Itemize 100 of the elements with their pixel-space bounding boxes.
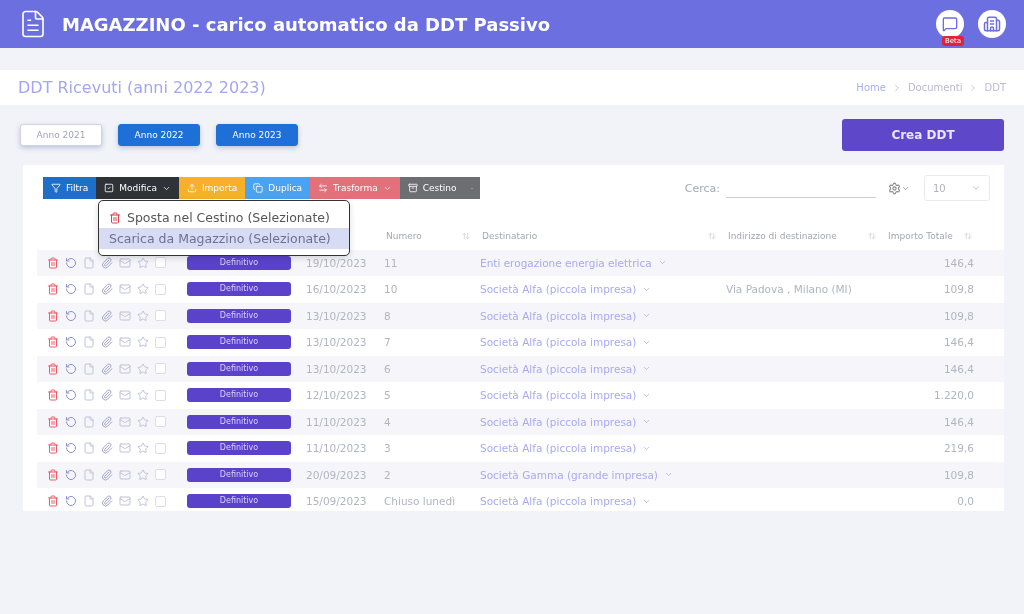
row-checkbox[interactable] (155, 469, 166, 481)
file-icon[interactable] (83, 442, 95, 455)
file-icon[interactable] (83, 309, 95, 322)
file-icon[interactable] (83, 256, 95, 269)
recipient-link[interactable]: Società Alfa (piccola impresa) (476, 336, 722, 349)
dropdown-button[interactable] (464, 177, 481, 199)
paperclip-icon[interactable] (101, 256, 113, 269)
undo-icon[interactable] (65, 283, 77, 296)
trash-icon[interactable] (47, 442, 59, 455)
breadcrumb-link[interactable]: DDT (984, 82, 1006, 93)
file-icon[interactable] (83, 336, 95, 349)
undo-icon[interactable] (65, 495, 77, 508)
recipient-link[interactable]: Società Alfa (piccola impresa) (476, 283, 722, 296)
paperclip-icon[interactable] (101, 442, 113, 455)
menu-item[interactable]: Sposta nel Cestino (Selezionate) (99, 207, 349, 228)
row-checkbox[interactable] (155, 416, 166, 428)
file-icon[interactable] (83, 415, 95, 428)
mail-icon[interactable] (119, 389, 131, 402)
mail-icon[interactable] (119, 442, 131, 455)
row-checkbox[interactable] (155, 257, 166, 269)
row-checkbox[interactable] (155, 495, 166, 507)
file-icon[interactable] (83, 389, 95, 402)
paperclip-icon[interactable] (101, 415, 113, 428)
star-icon[interactable] (137, 256, 149, 269)
year-filter-button[interactable]: Anno 2023 (216, 124, 298, 146)
paperclip-icon[interactable] (101, 495, 113, 508)
paperclip-icon[interactable] (101, 283, 113, 296)
star-icon[interactable] (137, 336, 149, 349)
recipient-link[interactable]: Società Alfa (piccola impresa) (476, 415, 722, 428)
trash-icon[interactable] (47, 256, 59, 269)
paperclip-icon[interactable] (101, 309, 113, 322)
toolbar-button[interactable]: Trasforma (310, 177, 400, 199)
recipient-link[interactable]: Società Alfa (piccola impresa) (476, 495, 722, 508)
undo-icon[interactable] (65, 362, 77, 375)
undo-icon[interactable] (65, 336, 77, 349)
column-header[interactable]: Indirizzo di destinazione (722, 231, 882, 242)
toolbar-button[interactable]: Modifica (96, 177, 179, 199)
breadcrumb-link[interactable]: Documenti (907, 82, 963, 93)
file-icon[interactable] (83, 283, 95, 296)
toolbar-button[interactable]: Duplica (245, 177, 311, 199)
year-filter-button[interactable]: Anno 2021 (20, 124, 102, 146)
star-icon[interactable] (137, 442, 149, 455)
page-size-select[interactable]: 10 (924, 175, 990, 201)
paperclip-icon[interactable] (101, 468, 113, 481)
star-icon[interactable] (137, 362, 149, 375)
column-header[interactable]: Destinatario (476, 231, 722, 242)
column-header[interactable]: Numero (380, 231, 476, 242)
toolbar-button[interactable]: Cestino (399, 177, 465, 199)
star-icon[interactable] (137, 283, 149, 296)
star-icon[interactable] (137, 495, 149, 508)
undo-icon[interactable] (65, 415, 77, 428)
file-icon[interactable] (83, 362, 95, 375)
mail-icon[interactable] (119, 495, 131, 508)
paperclip-icon[interactable] (101, 362, 113, 375)
row-checkbox[interactable] (155, 310, 166, 322)
mail-icon[interactable] (119, 415, 131, 428)
building-button[interactable] (978, 10, 1006, 38)
file-icon[interactable] (83, 468, 95, 481)
row-checkbox[interactable] (155, 442, 166, 454)
mail-icon[interactable] (119, 362, 131, 375)
mail-icon[interactable] (119, 309, 131, 322)
recipient-link[interactable]: Enti erogazione energia elettrica (476, 256, 722, 269)
toolbar-button[interactable]: Importa (178, 177, 246, 199)
row-checkbox[interactable] (155, 336, 166, 348)
toolbar-button[interactable]: Filtra (43, 177, 97, 199)
file-icon[interactable] (83, 495, 95, 508)
paperclip-icon[interactable] (101, 336, 113, 349)
mail-icon[interactable] (119, 283, 131, 296)
chat-button[interactable] (936, 10, 964, 38)
undo-icon[interactable] (65, 468, 77, 481)
row-checkbox[interactable] (155, 283, 166, 295)
undo-icon[interactable] (65, 309, 77, 322)
settings-button[interactable] (888, 181, 910, 195)
mail-icon[interactable] (119, 256, 131, 269)
trash-icon[interactable] (47, 362, 59, 375)
trash-icon[interactable] (47, 283, 59, 296)
star-icon[interactable] (137, 309, 149, 322)
trash-icon[interactable] (47, 468, 59, 481)
trash-icon[interactable] (47, 389, 59, 402)
recipient-link[interactable]: Società Alfa (piccola impresa) (476, 389, 722, 402)
recipient-link[interactable]: Società Alfa (piccola impresa) (476, 309, 722, 322)
recipient-link[interactable]: Società Alfa (piccola impresa) (476, 442, 722, 455)
row-checkbox[interactable] (155, 363, 166, 375)
mail-icon[interactable] (119, 468, 131, 481)
year-filter-button[interactable]: Anno 2022 (118, 124, 200, 146)
mail-icon[interactable] (119, 336, 131, 349)
trash-icon[interactable] (47, 495, 59, 508)
menu-item[interactable]: Scarica da Magazzino (Selezionate) (99, 228, 349, 249)
trash-icon[interactable] (47, 336, 59, 349)
row-checkbox[interactable] (155, 389, 166, 401)
recipient-link[interactable]: Società Gamma (grande impresa) (476, 468, 722, 481)
star-icon[interactable] (137, 468, 149, 481)
paperclip-icon[interactable] (101, 389, 113, 402)
trash-icon[interactable] (47, 309, 59, 322)
create-button[interactable]: Crea DDT (842, 119, 1004, 151)
column-header[interactable]: Importo Totale (882, 231, 978, 242)
undo-icon[interactable] (65, 389, 77, 402)
recipient-link[interactable]: Società Alfa (piccola impresa) (476, 362, 722, 375)
breadcrumb-link[interactable]: Home (856, 82, 886, 93)
star-icon[interactable] (137, 389, 149, 402)
